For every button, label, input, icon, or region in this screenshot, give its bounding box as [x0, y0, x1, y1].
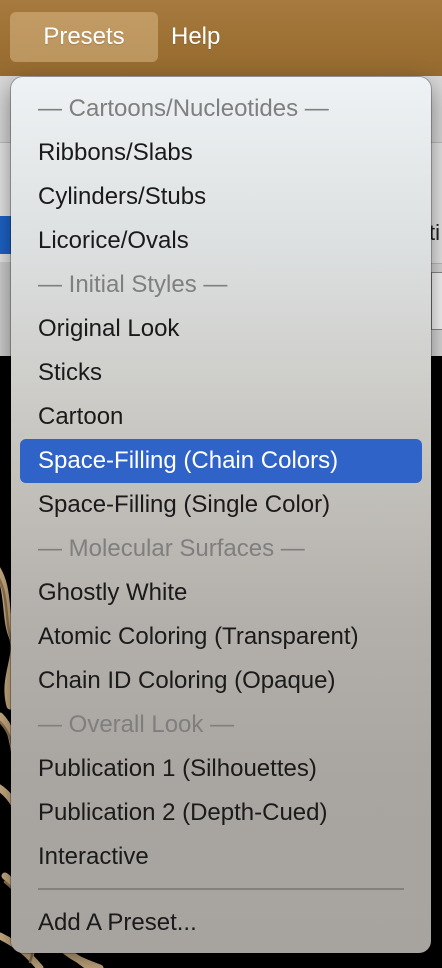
presets-menu[interactable]: Presets — [10, 12, 158, 62]
presets-dropdown: — Cartoons/Nucleotides — Ribbons/Slabs C… — [11, 77, 431, 953]
menu-item-space-filling-single-color[interactable]: Space-Filling (Single Color) — [20, 483, 422, 527]
menu-item-publication-1[interactable]: Publication 1 (Silhouettes) — [20, 747, 422, 791]
menu-header-molecular-surfaces: — Molecular Surfaces — — [38, 535, 305, 562]
menu-separator — [38, 888, 404, 890]
menu-item-licorice-ovals[interactable]: Licorice/Ovals — [20, 219, 422, 263]
menu-item-publication-2[interactable]: Publication 2 (Depth-Cued) — [20, 791, 422, 835]
menu-item-ghostly-white[interactable]: Ghostly White — [20, 571, 422, 615]
help-menu[interactable]: Help — [171, 12, 220, 62]
menu-item-atomic-coloring-transparent[interactable]: Atomic Coloring (Transparent) — [20, 615, 422, 659]
menu-item-add-a-preset[interactable]: Add A Preset... — [20, 901, 422, 945]
menu-item-cylinders-stubs[interactable]: Cylinders/Stubs — [20, 175, 422, 219]
menu-item-ribbons-slabs[interactable]: Ribbons/Slabs — [20, 131, 422, 175]
menu-item-cartoon[interactable]: Cartoon — [20, 395, 422, 439]
menu-bar: Presets Help — [0, 0, 442, 76]
menu-item-sticks[interactable]: Sticks — [20, 351, 422, 395]
menu-header-overall-look: — Overall Look — — [38, 711, 235, 738]
menu-item-original-look[interactable]: Original Look — [20, 307, 422, 351]
menu-item-interactive[interactable]: Interactive — [20, 835, 422, 879]
menu-item-space-filling-chain-colors[interactable]: Space-Filling (Chain Colors) — [20, 439, 422, 483]
menu-header-cartoons: — Cartoons/Nucleotides — — [38, 95, 329, 122]
background-field — [431, 272, 442, 330]
menu-header-initial-styles: — Initial Styles — — [38, 271, 228, 298]
menu-item-chain-id-coloring-opaque[interactable]: Chain ID Coloring (Opaque) — [20, 659, 422, 703]
